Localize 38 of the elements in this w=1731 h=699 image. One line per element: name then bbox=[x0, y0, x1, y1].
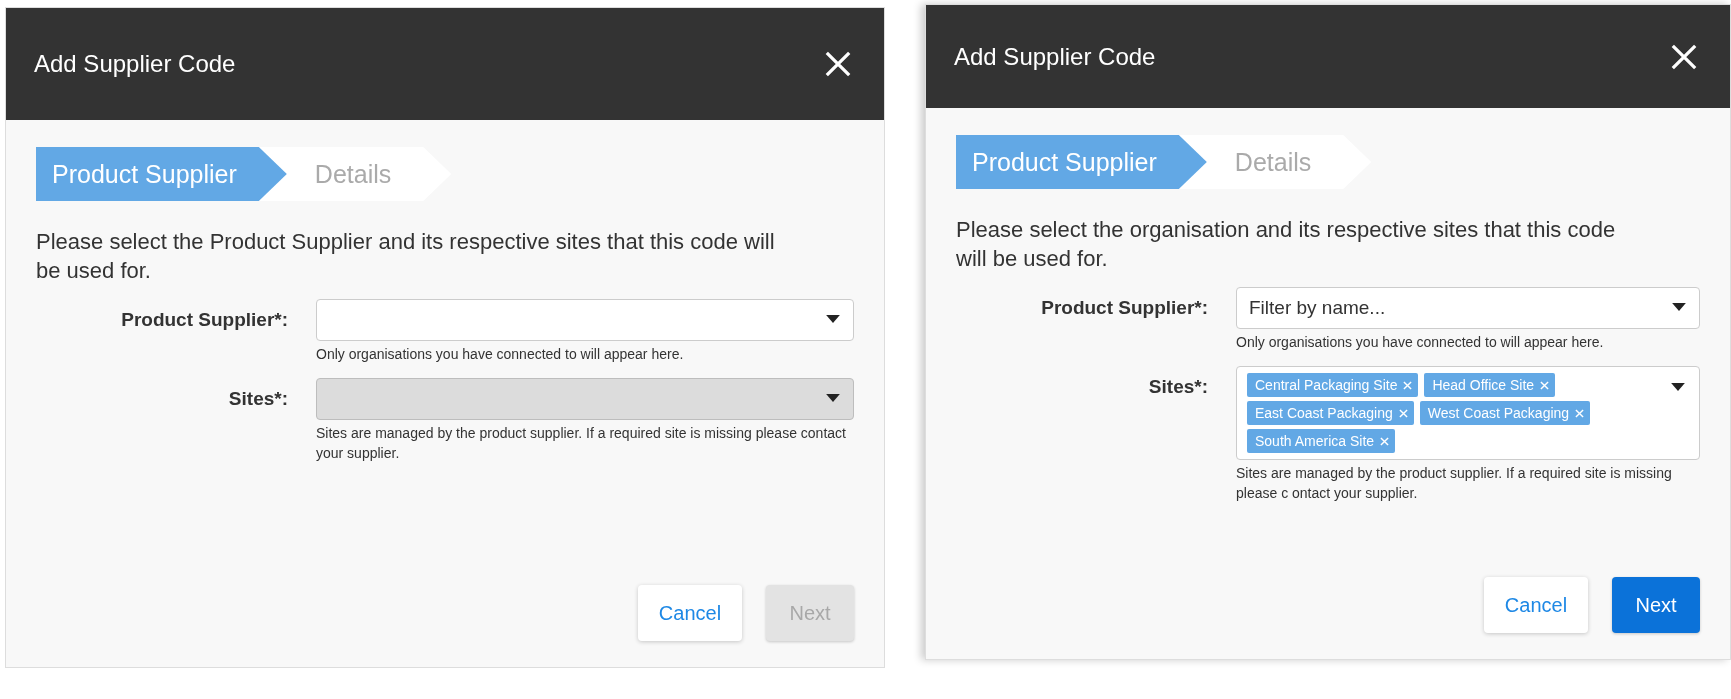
remove-icon[interactable] bbox=[1398, 408, 1408, 418]
caret-icon[interactable] bbox=[1672, 303, 1686, 311]
step-tab[interactable]: Product Supplier bbox=[36, 147, 287, 201]
dialog-title: Add Supplier Code bbox=[954, 42, 1156, 71]
caret-icon[interactable] bbox=[826, 394, 840, 402]
tag-label: West Coast Packaging bbox=[1427, 405, 1570, 421]
hint-text: Only organisations you have connected to will appear here. bbox=[1236, 333, 1605, 352]
dropdown-field[interactable] bbox=[316, 299, 854, 341]
tag-label: Central Packaging Site bbox=[1255, 377, 1398, 393]
caret-icon[interactable] bbox=[1671, 383, 1685, 391]
dropdown-field[interactable]: Filter by name... bbox=[1236, 287, 1700, 329]
remove-icon[interactable] bbox=[1575, 408, 1585, 418]
remove-icon[interactable] bbox=[1380, 436, 1390, 446]
field-label: Product Supplier*: bbox=[120, 308, 288, 332]
instructions-text: Please select the organisation and its respective sites that this code will be used for. bbox=[956, 216, 1617, 273]
step-tab[interactable]: Details bbox=[1178, 135, 1372, 189]
tag-label: South America Site bbox=[1255, 433, 1375, 449]
remove-icon[interactable] bbox=[1540, 380, 1550, 390]
hint-text: Sites are managed by the product supplier. If a required site is missing please contact your supplier. bbox=[316, 424, 847, 463]
cancel-button[interactable]: Cancel bbox=[638, 585, 742, 641]
step-tab[interactable]: Product Supplier bbox=[956, 135, 1207, 189]
instructions-text: Please select the Product Supplier and its respective sites that this code will be used for. bbox=[36, 228, 776, 285]
close-icon[interactable] bbox=[824, 50, 852, 78]
dialog-title: Add Supplier Code bbox=[34, 50, 236, 78]
field-label: Sites*: bbox=[1147, 375, 1208, 399]
caret-icon[interactable] bbox=[826, 315, 840, 323]
close-icon[interactable] bbox=[1670, 42, 1698, 71]
hint-text: Sites are managed by the product supplier. If a required site is missing please c ontact your supplier. bbox=[1236, 464, 1673, 503]
next-button[interactable]: Next bbox=[1612, 577, 1700, 633]
hint-text: Only organisations you have connected to will appear here. bbox=[316, 345, 685, 364]
tag-label: East Coast Packaging bbox=[1255, 405, 1393, 421]
step-tab[interactable]: Details bbox=[258, 147, 452, 201]
tag-label: Head Office Site bbox=[1432, 377, 1535, 393]
field-label: Sites*: bbox=[227, 387, 288, 411]
sites-select[interactable]: Central Packaging Site Head Office Site East Coast Packaging West Coast Packaging South America Site bbox=[1236, 366, 1700, 460]
cancel-button[interactable]: Cancel bbox=[1484, 577, 1588, 633]
remove-icon[interactable] bbox=[1403, 380, 1413, 390]
field-label: Product Supplier*: bbox=[1040, 296, 1208, 320]
